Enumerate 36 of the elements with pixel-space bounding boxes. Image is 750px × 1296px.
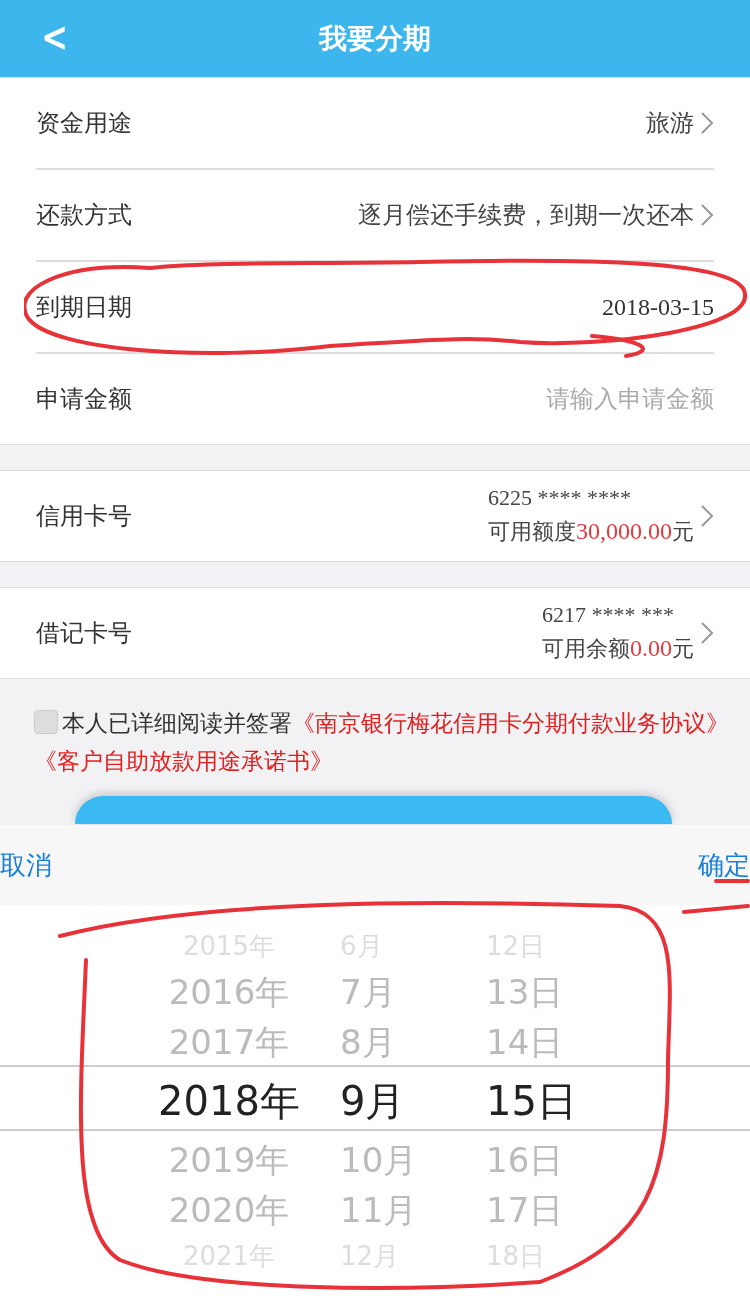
picker-option[interactable]: 7月 xyxy=(340,967,396,1017)
agreement-link[interactable]: 《南京银行梅花信用卡分期付款业务协议》 xyxy=(292,710,729,736)
agreement-link[interactable]: 《客户自助放款用途承诺书》 xyxy=(34,748,333,774)
field-label: 信用卡号 xyxy=(36,501,132,532)
picker-option[interactable]: 2020年 xyxy=(168,1185,290,1235)
picker-option[interactable]: 9月 xyxy=(340,1070,406,1132)
picker-option[interactable]: 17日 xyxy=(486,1185,564,1235)
card-number: 6225 **** **** xyxy=(488,485,631,511)
field-label: 申请金额 xyxy=(36,384,132,415)
picker-option[interactable]: 11月 xyxy=(340,1185,418,1235)
balance-text: 可用额度30,000.00元 xyxy=(488,517,694,546)
page-title: 我要分期 xyxy=(319,20,431,57)
agreement-text: 本人已详细阅读并签署 xyxy=(62,710,292,736)
picker-option[interactable]: 8月 xyxy=(340,1017,396,1067)
picker-option[interactable]: 14日 xyxy=(486,1017,564,1067)
cancel-button[interactable]: 取消 xyxy=(0,847,52,883)
picker-option[interactable]: 15日 xyxy=(486,1070,577,1132)
amount-input[interactable]: 请输入申请金额 xyxy=(546,383,714,415)
back-button[interactable]: < xyxy=(34,14,75,60)
picker-option[interactable]: 10月 xyxy=(340,1135,418,1185)
picker-option[interactable]: 2018年 xyxy=(158,1070,300,1132)
field-label: 还款方式 xyxy=(36,200,132,231)
picker-option[interactable]: 16日 xyxy=(486,1135,564,1185)
card-number: 6217 **** *** xyxy=(542,602,674,628)
picker-option[interactable]: 2017年 xyxy=(168,1017,290,1067)
picker-option[interactable]: 2019年 xyxy=(168,1135,290,1185)
field-label: 借记卡号 xyxy=(36,618,132,649)
select-value[interactable]: 旅游 xyxy=(646,107,694,139)
confirm-button[interactable]: 确定 xyxy=(698,847,750,883)
field-label: 到期日期 xyxy=(36,292,132,323)
select-value[interactable]: 逐月偿还手续费，到期一次还本 xyxy=(358,199,694,231)
balance-text: 可用余额0.00元 xyxy=(542,634,694,663)
field-label: 资金用途 xyxy=(36,108,132,139)
picker-option[interactable]: 2016年 xyxy=(168,967,290,1017)
picker-option[interactable]: 13日 xyxy=(486,967,564,1017)
date-value[interactable]: 2018-03-15 xyxy=(602,293,714,321)
